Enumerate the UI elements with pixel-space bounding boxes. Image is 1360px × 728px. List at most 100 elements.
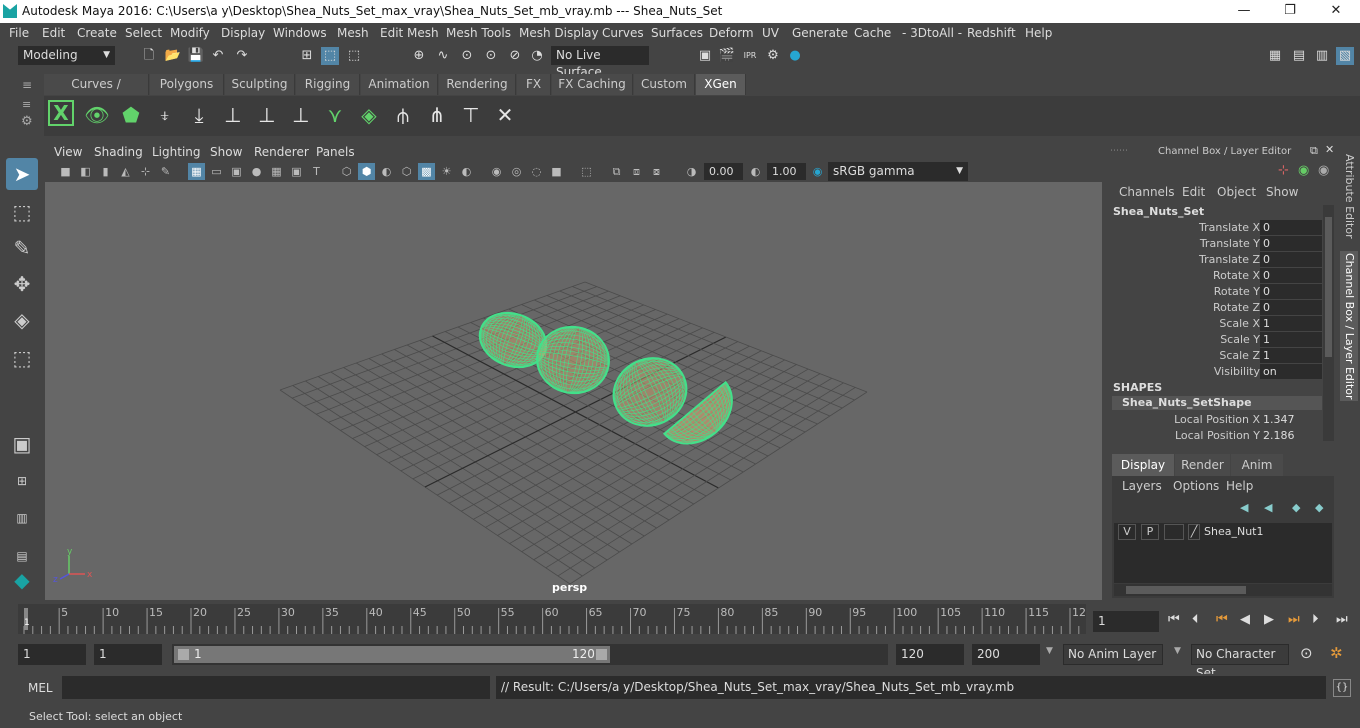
close-panel-icon[interactable]: ✕ (1325, 143, 1334, 156)
bookmarks-icon[interactable]: ▮ (97, 163, 114, 180)
snap-grid-icon[interactable]: ⊕ (410, 47, 428, 65)
xgen-density-icon[interactable]: ◈ (354, 100, 384, 130)
viewport-menu-panels[interactable]: Panels (316, 145, 355, 159)
attr-row[interactable]: Visibility on (1108, 364, 1336, 380)
current-frame-field[interactable]: 1 (1093, 611, 1159, 632)
safe-action-icon[interactable]: ▣ (288, 163, 305, 180)
xgen-move-guide-icon[interactable]: ⤓ (184, 100, 214, 130)
exposure-field[interactable]: 0.00 (704, 163, 743, 180)
move-layer-down-icon[interactable]: ◀ (1264, 501, 1272, 514)
outliner-layout-icon[interactable]: ▥ (6, 502, 38, 534)
layer-name[interactable]: Shea_Nut1 (1204, 525, 1263, 538)
shape-attr-row[interactable]: Local Position X 1.347 (1108, 412, 1336, 428)
save-scene-icon[interactable]: 💾 (187, 47, 205, 65)
preferences-icon[interactable]: ✲ (1330, 644, 1343, 662)
menu-set-dropdown[interactable]: Modeling ▼ (18, 46, 115, 65)
script-editor-icon[interactable]: {} (1333, 679, 1351, 697)
menu-mesh-display[interactable]: Mesh Display (519, 26, 599, 40)
snap-view-icon[interactable]: ⊙ (482, 47, 500, 65)
open-scene-icon[interactable]: 📂 (164, 47, 182, 65)
xgen-groom-icon[interactable]: ⋔ (422, 100, 452, 130)
tab-render[interactable]: Render (1175, 454, 1230, 476)
shelf-menu-icon[interactable]: ≡ (22, 78, 34, 92)
exposure-icon[interactable]: ◑ (683, 163, 700, 180)
textured-icon[interactable]: ▩ (418, 163, 435, 180)
menu-windows[interactable]: Windows (273, 26, 327, 40)
xgen-guide-visibility-icon[interactable]: ⊥ (252, 100, 282, 130)
chevron-down-icon[interactable]: ▼ (1046, 646, 1053, 656)
tab-curves-surfaces[interactable]: Curves / Surfaces (44, 74, 149, 112)
menu-3dtoall[interactable]: - 3DtoAll - (902, 26, 962, 40)
scrollbar-thumb[interactable] (1126, 586, 1246, 594)
view-transform-dropdown[interactable]: sRGB gamma ▼ (828, 162, 968, 181)
layer-playback-toggle[interactable]: P (1141, 524, 1159, 540)
viewport-menu-shading[interactable]: Shading (94, 145, 143, 159)
live-surface-field[interactable]: No Live Surface (551, 46, 649, 79)
step-forward-key-icon[interactable]: ⏭ (1288, 612, 1300, 627)
attr-row[interactable]: Scale X1 (1108, 316, 1336, 332)
scale-tool-icon[interactable]: ⬚ (6, 342, 38, 374)
script-language-toggle[interactable]: MEL (28, 681, 53, 695)
snap-live-icon[interactable]: ◔ (528, 47, 546, 65)
redo-icon[interactable]: ↷ (233, 47, 251, 65)
viewport-menu-lighting[interactable]: Lighting (152, 145, 201, 159)
attr-row[interactable]: Rotate Y0 (1108, 284, 1336, 300)
snap-surface-icon[interactable]: ⊘ (506, 47, 524, 65)
attr-row[interactable]: Scale Z1 (1108, 348, 1336, 364)
layer-visibility-toggle[interactable]: V (1118, 524, 1136, 540)
close-button[interactable]: ✕ (1313, 0, 1359, 23)
viewport-menu-view[interactable]: View (54, 145, 82, 159)
rotate-tool-icon[interactable]: ◈ (6, 304, 38, 336)
menu-uv[interactable]: UV (762, 26, 779, 40)
xray-joints-icon[interactable]: ◎ (508, 163, 525, 180)
menu-help[interactable]: Help (1025, 26, 1052, 40)
new-layer-icon[interactable]: ◆ (1292, 501, 1300, 514)
film-gate-icon[interactable]: ▭ (208, 163, 225, 180)
layer-type-toggle[interactable] (1164, 524, 1184, 540)
tab-polygons[interactable]: Polygons (150, 74, 224, 95)
attr-value[interactable]: 0 (1260, 220, 1322, 235)
new-layer-selected-icon[interactable]: ◆ (1315, 501, 1323, 514)
menu-select[interactable]: Select (125, 26, 162, 40)
menu-deform[interactable]: Deform (709, 26, 754, 40)
select-camera-icon[interactable]: ■ (57, 163, 74, 180)
menu-surfaces[interactable]: Surfaces (651, 26, 703, 40)
menu-display[interactable]: Display (221, 26, 265, 40)
gamma-icon[interactable]: ◐ (747, 163, 764, 180)
attr-row[interactable]: Rotate Z0 (1108, 300, 1336, 316)
menu-mesh-tools[interactable]: Mesh Tools (446, 26, 511, 40)
object-menu[interactable]: Object (1217, 185, 1256, 199)
menu-file[interactable]: File (9, 26, 29, 40)
step-back-frame-icon[interactable]: ⏴ (1192, 612, 1199, 627)
image-plane-icon[interactable]: ◭ (117, 163, 134, 180)
go-to-start-icon[interactable]: ⏮ (1168, 612, 1180, 627)
2d-pan-zoom-icon[interactable]: ⊹ (137, 163, 154, 180)
help-menu[interactable]: Help (1226, 479, 1253, 493)
four-view-layout-icon[interactable]: ⊞ (6, 465, 38, 497)
default-material-icon[interactable]: ◐ (378, 163, 395, 180)
gamma-field[interactable]: 1.00 (767, 163, 806, 180)
ambient-occlusion-icon[interactable]: ⧈ (628, 163, 645, 180)
render-frame-icon[interactable]: 🎬 (718, 47, 736, 65)
tab-xgen[interactable]: XGen (696, 74, 746, 95)
channel-box-scrollbar[interactable] (1323, 205, 1334, 441)
workspace-modeling-icon[interactable]: ▦ (1266, 47, 1284, 65)
single-perspective-layout-icon[interactable]: ▣ (6, 428, 38, 460)
maximize-button[interactable]: ❐ (1267, 0, 1313, 23)
xray-components-icon[interactable]: ◌ (528, 163, 545, 180)
viewport-menu-renderer[interactable]: Renderer (254, 145, 309, 159)
channel-box-tab[interactable]: Channel Box / Layer Editor (1340, 251, 1358, 401)
menu-curves[interactable]: Curves (602, 26, 644, 40)
use-all-lights-icon[interactable]: ☀ (438, 163, 455, 180)
isolate-select-icon[interactable]: ⬚ (578, 163, 595, 180)
smooth-shade-icon[interactable]: ⬢ (358, 163, 375, 180)
maya-home-icon[interactable]: ◆ (6, 564, 38, 596)
menu-modify[interactable]: Modify (170, 26, 210, 40)
playback-end-field[interactable]: 120 (896, 644, 964, 665)
xgen-comb-icon[interactable]: ⊤ (456, 100, 486, 130)
range-start-handle[interactable] (178, 649, 189, 660)
hypershade-icon[interactable]: ● (786, 47, 804, 65)
playback-start-field[interactable]: 1 (94, 644, 162, 665)
attr-value[interactable]: 0 (1260, 252, 1322, 267)
viewport-menu-show[interactable]: Show (210, 145, 242, 159)
